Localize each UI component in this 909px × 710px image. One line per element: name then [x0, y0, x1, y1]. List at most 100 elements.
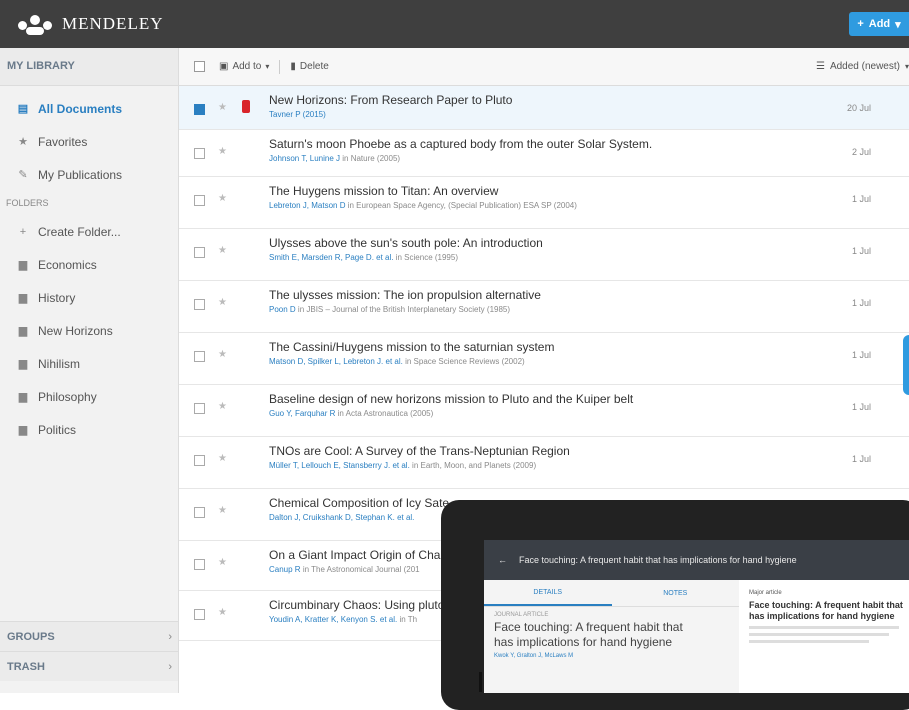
- sidebar-item-create-folder[interactable]: + Create Folder...: [0, 215, 178, 248]
- favorite-star-icon[interactable]: ★: [218, 193, 227, 204]
- tablet-screen: ← Face touching: A frequent habit that h…: [484, 540, 909, 693]
- row-checkbox[interactable]: [194, 247, 205, 258]
- document-authors: Müller T, Lellouch E, Stansberry J. et a…: [269, 461, 537, 470]
- favorite-star-icon[interactable]: ★: [218, 245, 227, 256]
- sidebar-folder-economics[interactable]: ▆ Economics: [0, 248, 178, 281]
- back-arrow-icon[interactable]: ←: [498, 555, 507, 565]
- table-row[interactable]: ★ The Cassini/Huygens mission to the sat…: [179, 333, 909, 385]
- document-authors: Lebreton J, Matson D in European Space A…: [269, 201, 577, 210]
- document-title[interactable]: TNOs are Cool: A Survey of the Trans-Nep…: [269, 444, 570, 458]
- document-title[interactable]: Circumbinary Chaos: Using pluto: [269, 598, 444, 612]
- select-all-checkbox[interactable]: [194, 61, 205, 72]
- pdf-icon[interactable]: [242, 100, 250, 113]
- favorite-star-icon[interactable]: ★: [218, 557, 227, 568]
- document-title[interactable]: On a Giant Impact Origin of Charo: [269, 548, 451, 562]
- table-row[interactable]: ★ Ulysses above the sun's south pole: An…: [179, 229, 909, 281]
- sort-dropdown[interactable]: ☰ Added (newest) ▾: [816, 48, 909, 85]
- add-button[interactable]: + Add ▾: [849, 12, 909, 36]
- document-title[interactable]: Saturn's moon Phoebe as a captured body …: [269, 137, 652, 151]
- pdf-text-line: [749, 633, 889, 636]
- sidebar-item-label: All Documents: [38, 101, 123, 116]
- document-authors: Guo Y, Farquhar R in Acta Astronautica (…: [269, 409, 434, 418]
- groups-label: GROUPS: [7, 631, 55, 643]
- mendeley-logo[interactable]: MENDELEY: [18, 9, 163, 39]
- pdf-article-title: Face touching: A frequent habit that has…: [749, 600, 903, 621]
- row-checkbox[interactable]: [194, 148, 205, 159]
- star-icon: ★: [18, 136, 28, 148]
- favorite-star-icon[interactable]: ★: [218, 453, 227, 464]
- table-row[interactable]: ★ Baseline design of new horizons missio…: [179, 385, 909, 437]
- table-row[interactable]: ★ The ulysses mission: The ion propulsio…: [179, 281, 909, 333]
- favorite-star-icon[interactable]: ★: [218, 349, 227, 360]
- sidebar-folder-history[interactable]: ▆ History: [0, 281, 178, 314]
- tab-details[interactable]: DETAILS: [484, 580, 612, 606]
- table-row[interactable]: ★ Saturn's moon Phoebe as a captured bod…: [179, 130, 909, 177]
- row-checkbox[interactable]: [194, 609, 205, 620]
- sidebar-folder-philosophy[interactable]: ▆ Philosophy: [0, 380, 178, 413]
- row-checkbox[interactable]: [194, 559, 205, 570]
- favorite-star-icon[interactable]: ★: [218, 505, 227, 516]
- my-library-heading[interactable]: MY LIBRARY: [0, 48, 178, 86]
- favorite-star-icon[interactable]: ★: [218, 146, 227, 157]
- sidebar-item-label: Philosophy: [38, 389, 97, 404]
- row-checkbox[interactable]: [194, 403, 205, 414]
- sidebar-item-favorites[interactable]: ★ Favorites: [0, 125, 178, 158]
- plus-icon: +: [19, 225, 27, 238]
- document-title[interactable]: The Cassini/Huygens mission to the satur…: [269, 340, 554, 354]
- document-title[interactable]: The ulysses mission: The ion propulsion …: [269, 288, 541, 302]
- sidebar-folder-nihilism[interactable]: ▆ Nihilism: [0, 347, 178, 380]
- delete-button[interactable]: ▮ Delete: [290, 61, 328, 72]
- add-to-button[interactable]: ▣ Add to ▾: [219, 61, 269, 72]
- trash-section[interactable]: TRASH ›: [0, 651, 178, 681]
- folder-icon: ▆: [18, 358, 28, 370]
- sidebar-item-all-documents[interactable]: ▤ All Documents: [0, 92, 178, 125]
- document-title[interactable]: Ulysses above the sun's south pole: An i…: [269, 236, 543, 250]
- sidebar-item-label: Nihilism: [38, 356, 80, 371]
- favorite-star-icon[interactable]: ★: [218, 607, 227, 618]
- chevron-right-icon: ›: [168, 661, 172, 673]
- trash-icon: ▮: [290, 61, 296, 72]
- favorite-star-icon[interactable]: ★: [218, 102, 227, 113]
- sidebar-item-label: Favorites: [38, 134, 88, 149]
- chevron-down-icon: ▾: [895, 18, 901, 31]
- row-checkbox[interactable]: [194, 195, 205, 206]
- sidebar-folder-politics[interactable]: ▆ Politics: [0, 413, 178, 446]
- sidebar-item-label: Create Folder...: [38, 224, 121, 239]
- document-title[interactable]: Chemical Composition of Icy Sate: [269, 496, 449, 510]
- tab-notes[interactable]: NOTES: [612, 580, 740, 606]
- document-title[interactable]: New Horizons: From Research Paper to Plu…: [269, 93, 512, 107]
- row-checkbox[interactable]: [194, 455, 205, 466]
- table-row[interactable]: ★ The Huygens mission to Titan: An overv…: [179, 177, 909, 229]
- chevron-down-icon: ▾: [904, 62, 909, 71]
- document-title[interactable]: Baseline design of new horizons mission …: [269, 392, 633, 406]
- pdf-text-line: [749, 626, 899, 629]
- sidebar-item-label: New Horizons: [38, 323, 113, 338]
- row-checkbox[interactable]: [194, 507, 205, 518]
- add-to-label: Add to: [232, 61, 262, 72]
- document-title[interactable]: The Huygens mission to Titan: An overvie…: [269, 184, 498, 198]
- table-row[interactable]: ★ New Horizons: From Research Paper to P…: [179, 86, 909, 130]
- sidebar-item-label: Politics: [38, 422, 77, 437]
- toolbar-divider: [279, 59, 281, 74]
- document-date: 1 Jul: [851, 350, 871, 360]
- sidebar-folder-new-horizons[interactable]: ▆ New Horizons: [0, 314, 178, 347]
- sort-icon: ☰: [815, 61, 825, 72]
- row-checkbox[interactable]: [194, 351, 205, 362]
- add-to-folder-icon: ▣: [219, 61, 229, 72]
- tablet-edge: [479, 672, 482, 692]
- row-checkbox[interactable]: [194, 104, 205, 115]
- document-authors: Smith E, Marsden R, Page D. et al. in Sc…: [269, 253, 458, 262]
- favorite-star-icon[interactable]: ★: [218, 401, 227, 412]
- app-name: MENDELEY: [62, 14, 164, 33]
- row-checkbox[interactable]: [194, 299, 205, 310]
- sidebar-item-my-publications[interactable]: ✎ My Publications: [0, 158, 178, 191]
- side-panel-toggle[interactable]: [903, 335, 909, 395]
- document-date: 1 Jul: [851, 194, 871, 204]
- publications-icon: ✎: [18, 169, 28, 181]
- favorite-star-icon[interactable]: ★: [218, 297, 227, 308]
- table-row[interactable]: ★ TNOs are Cool: A Survey of the Trans-N…: [179, 437, 909, 489]
- tablet-header-title: Face touching: A frequent habit that has…: [519, 555, 797, 565]
- groups-section[interactable]: GROUPS ›: [0, 621, 178, 651]
- document-type: JOURNAL ARTICLE: [494, 612, 549, 618]
- pdf-article-type: Major article: [749, 590, 782, 596]
